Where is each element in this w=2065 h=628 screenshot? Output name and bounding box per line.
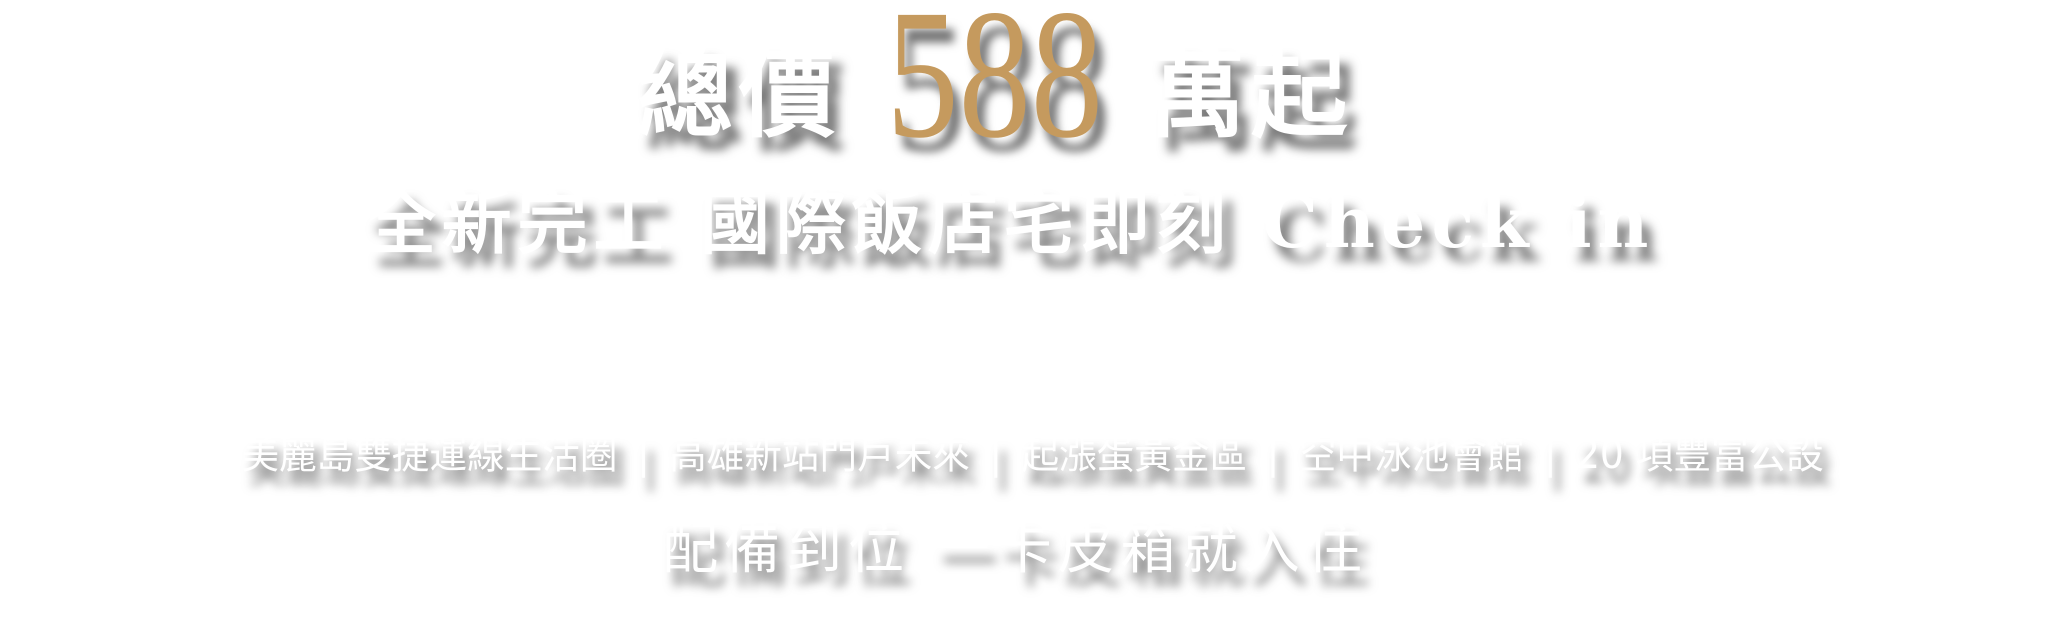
separator: |	[989, 432, 1002, 478]
headline-suffix: 萬起	[1149, 38, 1354, 151]
separator: |	[1266, 432, 1280, 478]
feature-item: 美麗島雙捷運線生活圈	[241, 432, 618, 478]
separator: |	[636, 432, 650, 478]
feature-item: 起漲蛋黃金區	[1021, 432, 1247, 478]
feature-item: 空中泳池會館	[1298, 432, 1525, 478]
feature-list: 美麗島雙捷運線生活圈 | 高雄新站門戶未來 | 起漲蛋黃金區 | 空中泳池會館 …	[0, 428, 2065, 482]
headline-prefix: 總價	[636, 38, 841, 151]
subheadline: 全新完工 國際飯店宅即刻 Check in	[365, 181, 1655, 264]
separator: |	[1543, 432, 1557, 478]
feature-item: 高雄新站門戶未來	[668, 432, 970, 478]
feature-item: 20 項豐富公設	[1575, 432, 1824, 478]
headline: 總價 588 萬起	[560, 0, 1430, 177]
tagline: 配備到位 一卡皮箱就入住	[662, 517, 1368, 582]
headline-price: 588	[886, 0, 1104, 177]
